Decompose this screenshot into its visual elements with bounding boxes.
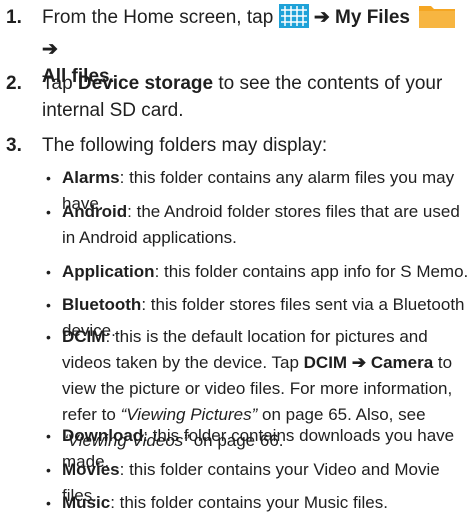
- dcim-label: DCIM: [303, 353, 348, 372]
- folder-name: Movies: [62, 460, 120, 479]
- folder-name: Music: [62, 493, 111, 512]
- step-2-text: Tap Device storage to see the contents o…: [42, 70, 462, 124]
- step-number: 3.: [6, 135, 22, 156]
- bullet-dot: •: [46, 264, 51, 280]
- folder-name: Bluetooth: [62, 295, 142, 314]
- bullet-dot: •: [46, 428, 51, 444]
- manual-page: 1. From the Home screen, tap ➔ My Files …: [0, 0, 475, 524]
- folder-desc: : this folder contains your Music files.: [110, 493, 388, 512]
- bullet-dot: •: [46, 495, 51, 511]
- bullet-dot: •: [46, 329, 51, 345]
- arrow-glyph: ➔: [313, 7, 330, 28]
- bullet-dot: •: [46, 170, 51, 186]
- cross-reference-link[interactable]: “Viewing Pictures”: [121, 405, 258, 424]
- step-text: Tap: [42, 73, 73, 94]
- step-number: 2.: [6, 73, 22, 94]
- bullet-dot: •: [46, 462, 51, 478]
- step-3-text: The following folders may display:: [42, 135, 328, 156]
- camera-label: Camera: [370, 353, 434, 372]
- step-number: 1.: [6, 7, 22, 28]
- folder-description: Application: this folder contains app in…: [62, 259, 470, 285]
- my-files-label: My Files: [335, 7, 411, 28]
- folder-name: Alarms: [62, 168, 120, 187]
- folder-icon: [419, 4, 456, 36]
- device-storage-label: Device storage: [77, 73, 214, 94]
- folder-desc: on page 65. Also, see: [262, 405, 426, 424]
- folder-description: Music: this folder contains your Music f…: [62, 490, 470, 516]
- arrow-glyph: ➔: [42, 39, 58, 60]
- step-text: From the Home screen, tap: [42, 7, 274, 28]
- folder-name: Application: [62, 262, 155, 281]
- folder-desc: : this folder contains app info for S Me…: [154, 262, 469, 281]
- folder-name: Download: [62, 426, 144, 445]
- arrow-glyph: ➔: [351, 353, 367, 372]
- bullet-dot: •: [46, 204, 51, 220]
- folder-name: DCIM: [62, 327, 106, 346]
- folder-name: Android: [62, 202, 128, 221]
- grid-apps-icon: [278, 4, 309, 36]
- bullet-dot: •: [46, 297, 51, 313]
- folder-description: Android: the Android folder stores files…: [62, 199, 470, 251]
